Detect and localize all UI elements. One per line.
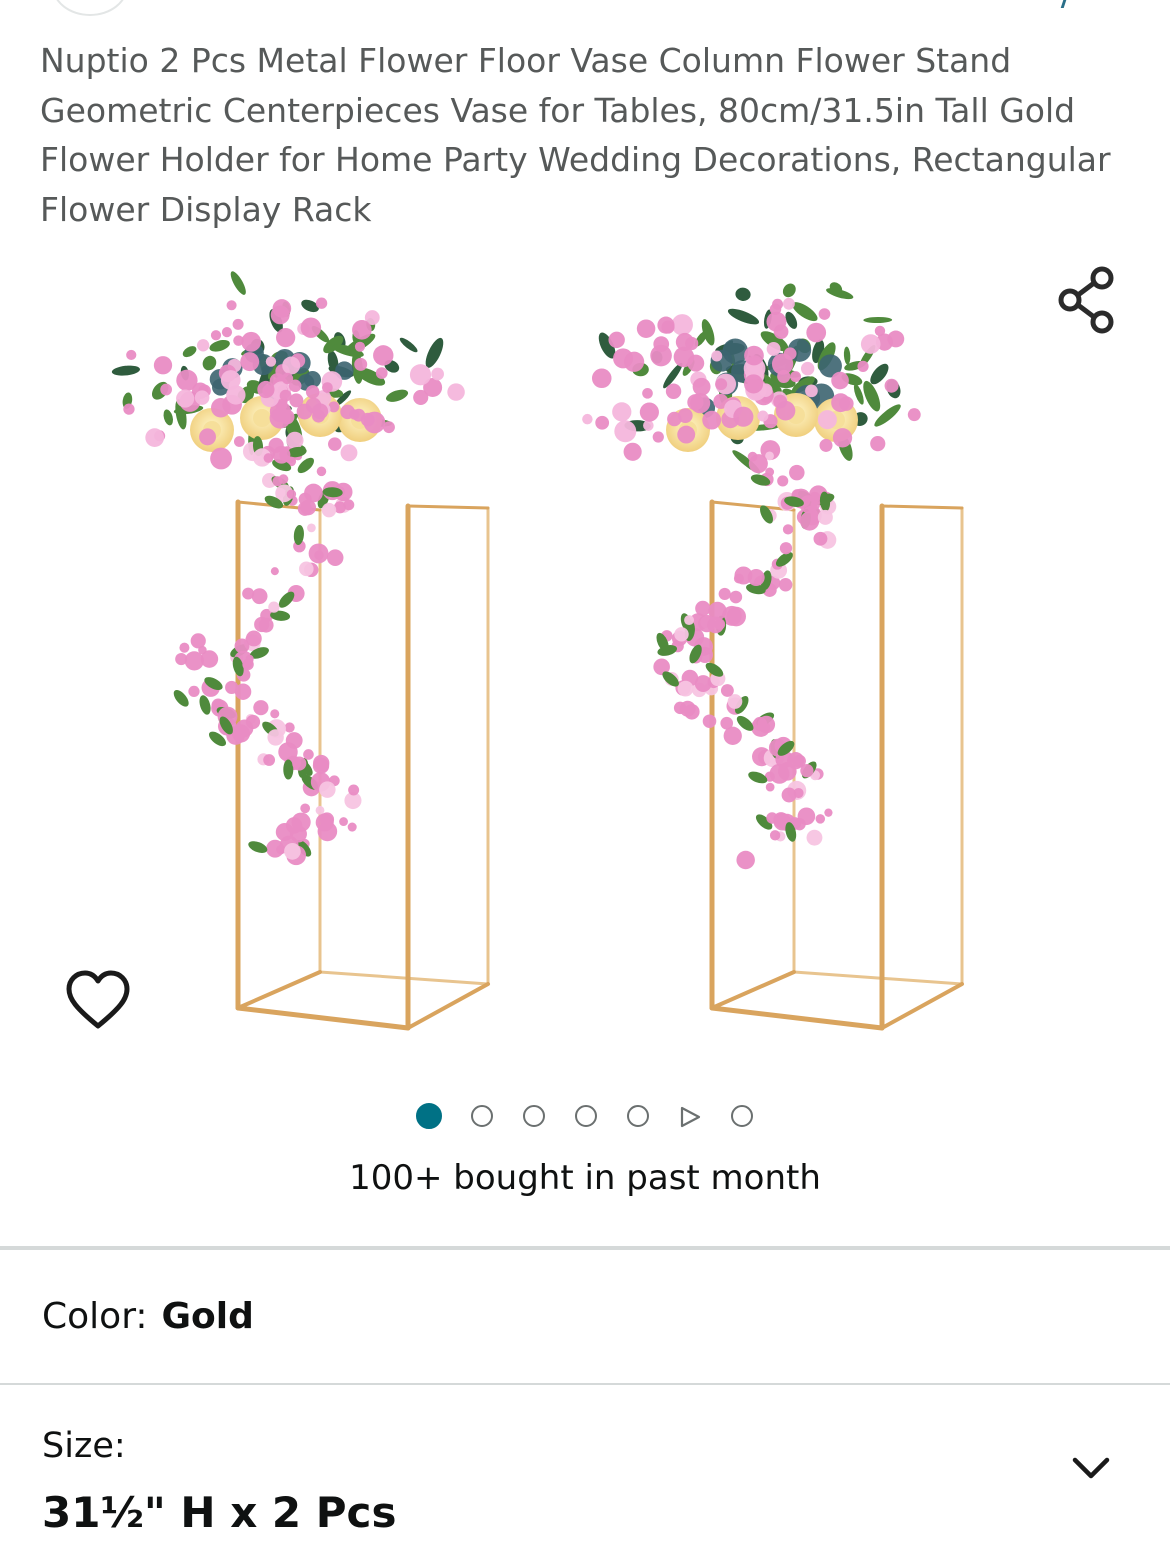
section-divider xyxy=(0,1383,1170,1385)
image-pagination xyxy=(0,1098,1170,1138)
back-button-fragment[interactable] xyxy=(52,0,128,16)
pagination-dot-5[interactable] xyxy=(627,1105,649,1127)
pagination-dot-2[interactable] xyxy=(471,1105,493,1127)
product-title: Nuptio 2 Pcs Metal Flower Floor Vase Col… xyxy=(40,41,1111,229)
pagination-video-play-icon[interactable] xyxy=(678,1105,702,1129)
pagination-dot-7[interactable] xyxy=(731,1105,753,1127)
pagination-dot-4[interactable] xyxy=(575,1105,597,1127)
bought-in-past-month: 100+ bought in past month xyxy=(349,1158,821,1198)
heart-icon xyxy=(66,970,130,1029)
wishlist-button[interactable] xyxy=(60,962,136,1038)
share-icon xyxy=(1058,266,1114,334)
size-dropdown-button[interactable] xyxy=(1066,1446,1116,1490)
section-divider xyxy=(0,1246,1170,1250)
color-value: Gold xyxy=(161,1296,254,1337)
top-link-fragment xyxy=(1060,0,1067,8)
size-label: Size: xyxy=(42,1426,126,1466)
color-selector[interactable]: Color: Gold xyxy=(42,1296,254,1337)
pagination-dot-1[interactable] xyxy=(416,1103,442,1129)
product-image xyxy=(111,271,964,1031)
share-button[interactable] xyxy=(1052,262,1124,338)
size-value[interactable]: 31½" H x 2 Pcs xyxy=(42,1488,396,1537)
product-image-gallery[interactable] xyxy=(0,240,1170,1070)
color-label: Color: xyxy=(42,1296,148,1337)
pagination-dot-3[interactable] xyxy=(523,1105,545,1127)
chevron-down-icon xyxy=(1072,1457,1110,1479)
